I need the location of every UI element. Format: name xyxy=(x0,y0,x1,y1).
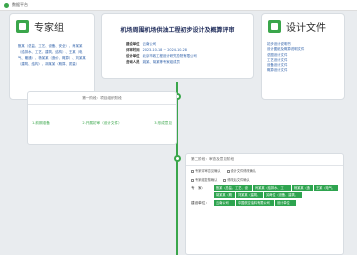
builder-tag-group: 建设单位： 云南公司 中国航空油料有限公司 设计单位 xyxy=(186,199,343,207)
checkbox-icon[interactable] xyxy=(191,178,194,182)
group-label: 专 家： xyxy=(191,186,206,190)
stage-2-panel: 第二阶段：审查及意见阶段 专家评审意见确认 设计文件修改确认 专家组复核确认 修… xyxy=(185,153,344,255)
design-file-item[interactable]: 概算设计文件 xyxy=(267,68,339,73)
stage-1-panel: 第一阶段：项目组织阶段 1.前期准备 2.开展初审（设计文件） 3.形成意见 xyxy=(27,91,177,145)
expert-group-title: 专家组 xyxy=(34,23,64,34)
app-topbar: 数据平台 xyxy=(0,0,357,11)
check-item[interactable]: 修改后文件确认 xyxy=(223,177,250,182)
app-title: 数据平台 xyxy=(12,2,28,7)
project-info-card: 机场周围机场供油工程初步设计及概算评审 建设单位 云南公司 评审时间 2023-10… xyxy=(101,13,254,79)
check-item[interactable]: 专家评审意见确认 xyxy=(191,168,221,173)
expert-tag[interactable]: 杨某某（造价） xyxy=(292,185,313,196)
expert-tag[interactable]: 另两位（设备、建筑、结构） xyxy=(264,192,302,203)
timeline-node xyxy=(173,155,181,162)
expert-tag[interactable]: 肖某某（给排水、工艺、建筑） xyxy=(253,185,291,196)
stage-task[interactable]: 2.开展初审（设计文件） xyxy=(82,121,121,126)
expert-tag[interactable]: 刘某某（建筑、结构） xyxy=(236,192,263,203)
checkbox-icon[interactable] xyxy=(223,178,227,182)
design-file-list: 初步设计说明书 设计图纸及概算说明文件 总图设计文件 工艺设计文件 设备设计文件… xyxy=(262,39,344,77)
expert-tag[interactable]: 甄某（总监、工艺、设备） xyxy=(214,185,252,196)
project-title: 机场周围机场供油工程初步设计及概算评审 xyxy=(120,27,235,34)
design-files-title: 设计文件 xyxy=(286,23,326,34)
design-files-card[interactable]: 设计文件 初步设计说明书 设计图纸及概算说明文件 总图设计文件 工艺设计文件 设… xyxy=(261,13,345,100)
document-icon xyxy=(16,20,29,33)
expert-tag-group: 专 家： 甄某（总监、工艺、设备） 肖某某（给排水、工艺、建筑） 杨某某（造价）… xyxy=(186,184,343,203)
checkbox-icon[interactable] xyxy=(226,169,230,173)
checkbox-icon[interactable] xyxy=(191,169,194,173)
check-item[interactable]: 专家组复核确认 xyxy=(191,177,217,182)
builder-tag[interactable]: 中国航空油料有限公司 xyxy=(236,200,274,206)
project-line: 咨询人员 姚某、胡某等专家组成员 xyxy=(126,60,180,64)
stage-task[interactable]: 1.前期准备 xyxy=(32,121,50,126)
expert-tag[interactable]: 王某（电气、暖通） xyxy=(314,185,338,196)
expert-tag[interactable]: 胡某某（概算） xyxy=(214,192,235,203)
expert-members-text: 甄某（总监、工艺、设备、安全）、肖某某（给排水、工艺、建筑、结构）、王某（电气、… xyxy=(18,44,86,66)
document-icon xyxy=(268,20,281,33)
builder-tag[interactable]: 设计单位 xyxy=(275,200,296,206)
builder-tag[interactable]: 云南公司 xyxy=(214,200,235,206)
app-logo-icon xyxy=(4,2,9,8)
group-label: 建设单位： xyxy=(191,201,209,205)
stage-task[interactable]: 3.形成意见 xyxy=(154,121,172,126)
expert-group-card[interactable]: 专家组 甄某（总监、工艺、设备、安全）、肖某某（给排水、工艺、建筑、结构）、王某… xyxy=(9,13,95,100)
stage-1-title: 第一阶段：项目组织阶段 xyxy=(82,96,122,100)
stage-2-title: 第二阶段：审查及意见阶段 xyxy=(191,157,235,161)
check-item[interactable]: 设计文件修改确认 xyxy=(226,168,256,173)
